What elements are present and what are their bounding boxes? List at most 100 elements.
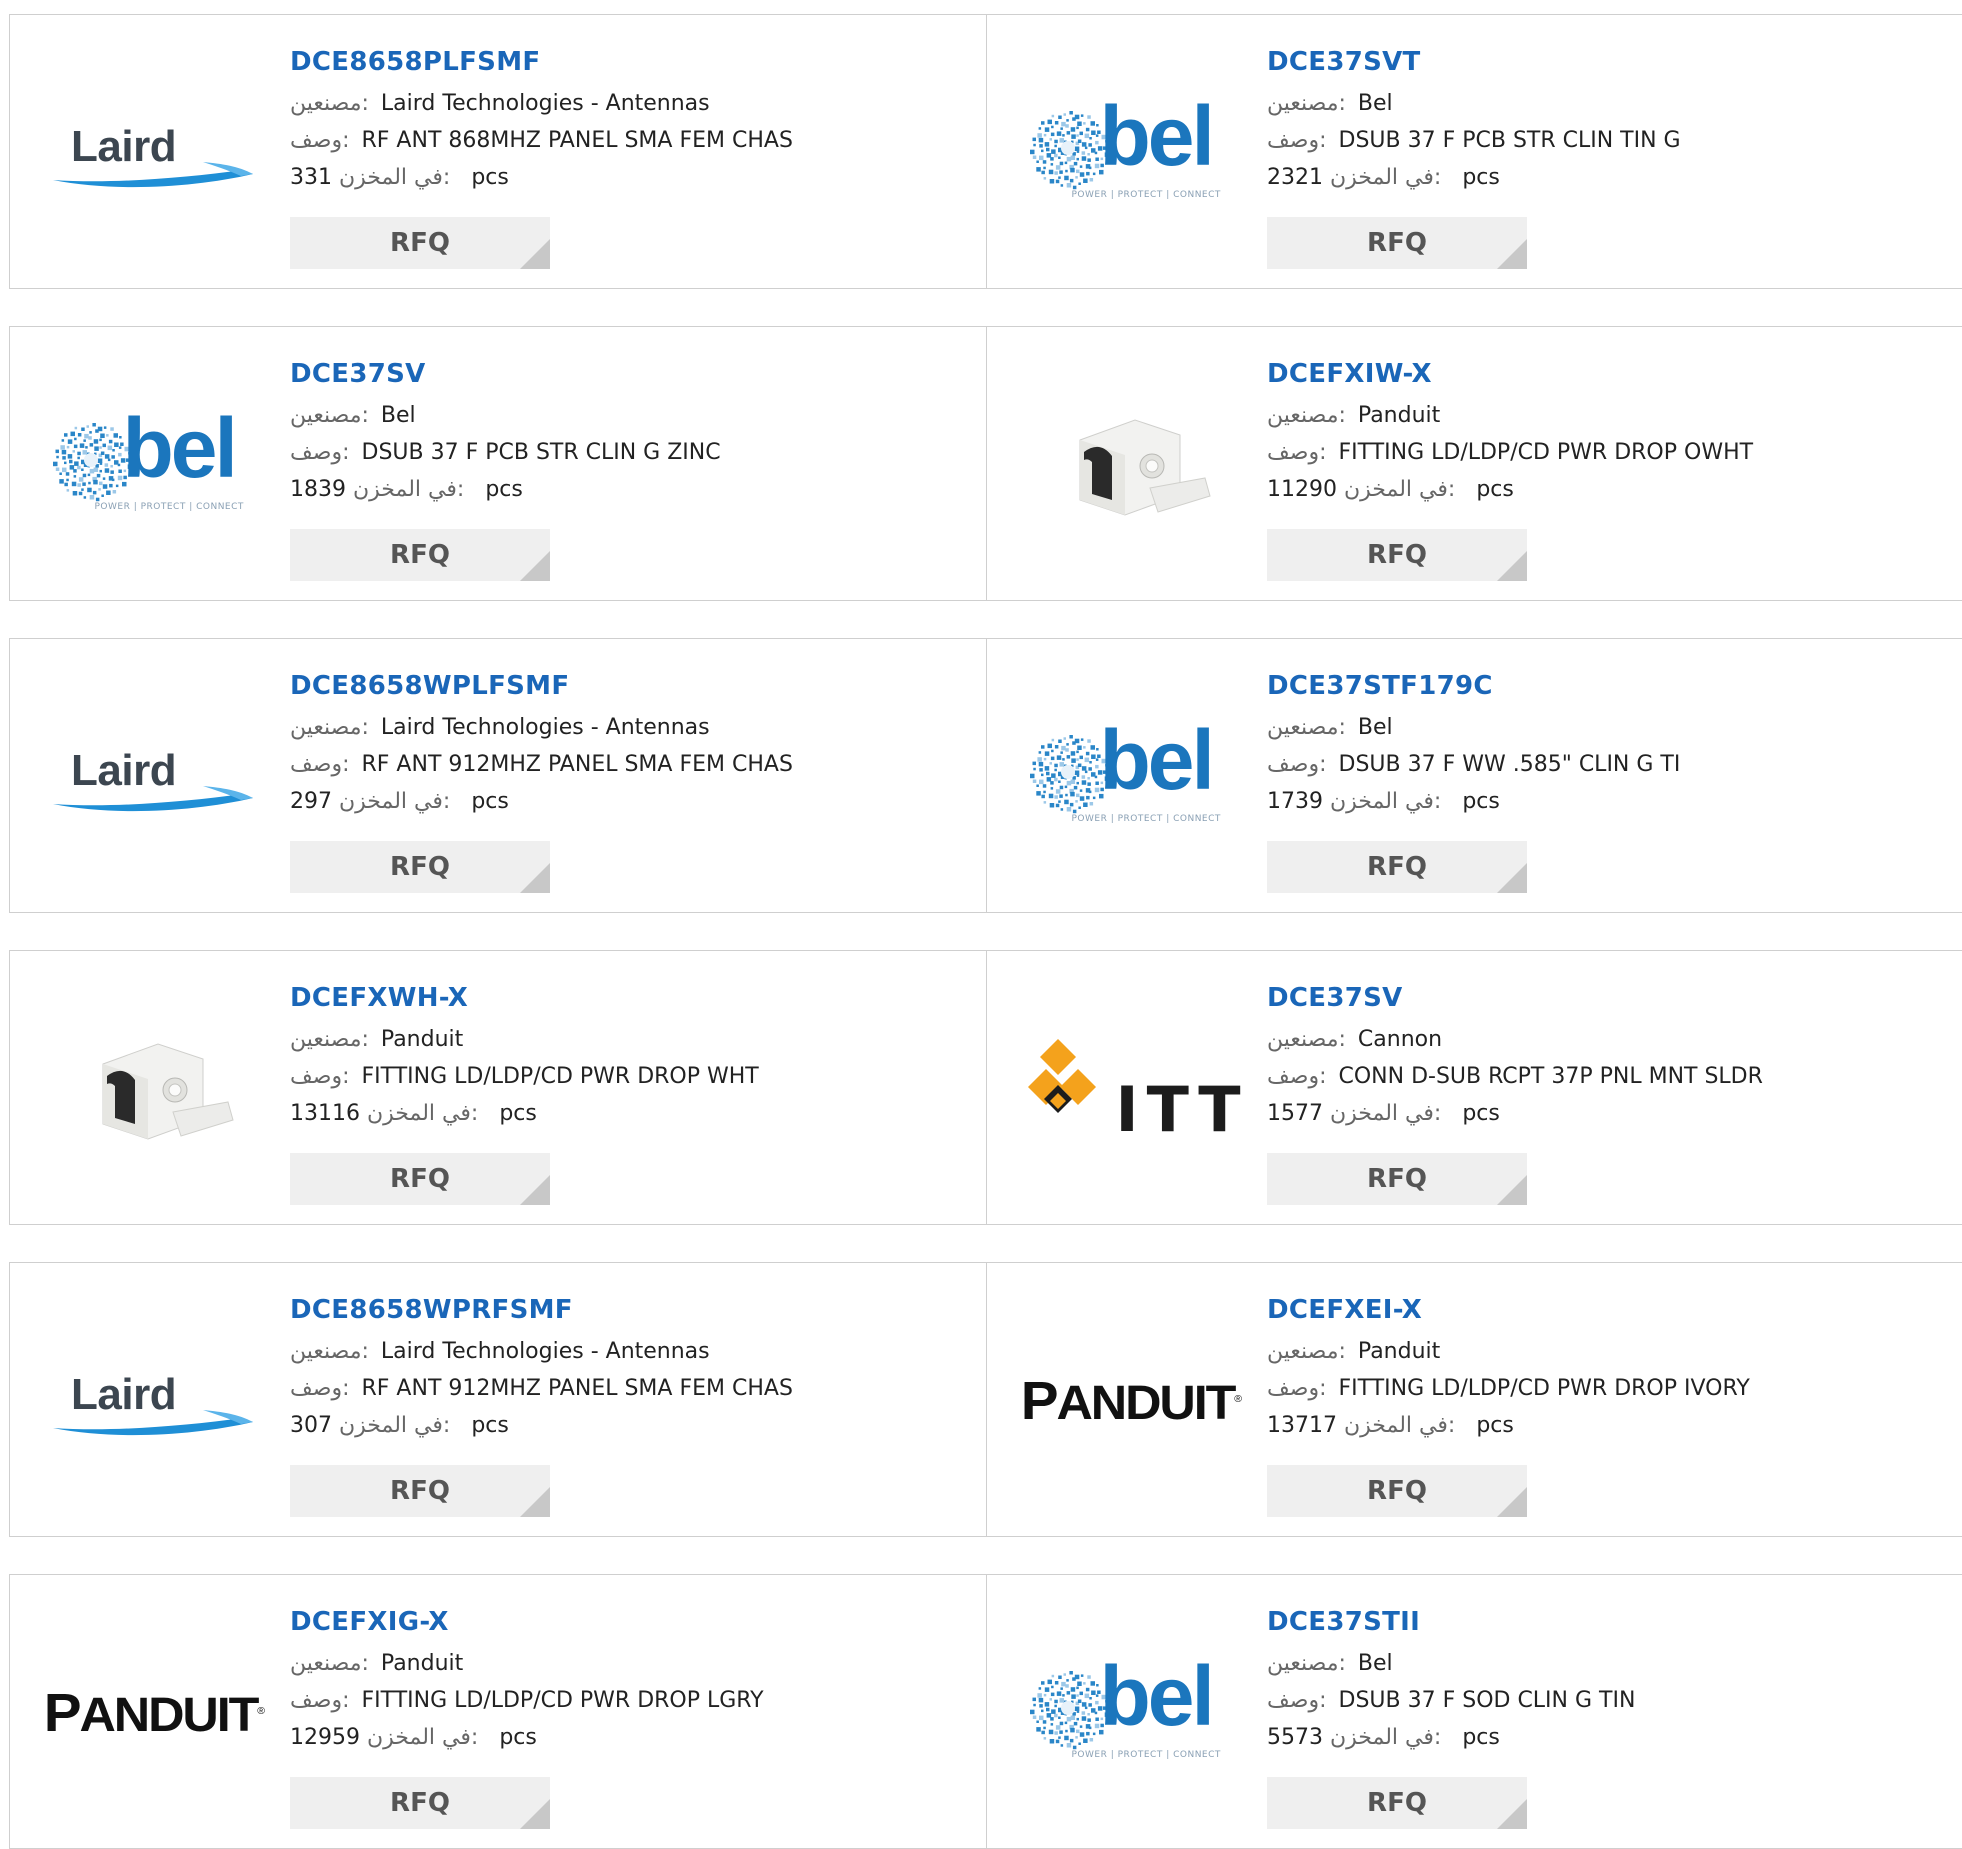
part-number-link[interactable]: DCE37SV — [290, 359, 426, 389]
manufacturer-value: Bel — [380, 403, 416, 428]
manufacturer-value: Bel — [1357, 715, 1393, 740]
part-number-link[interactable]: DCE8658PLFSMF — [290, 47, 540, 77]
rfq-button[interactable]: RFQ — [1267, 217, 1527, 269]
manufacturer-value: Panduit — [380, 1027, 464, 1052]
itt-logo-icon: ITT — [1027, 1029, 1241, 1149]
rfq-label: RFQ — [390, 228, 450, 258]
corner-triangle-icon — [1497, 863, 1527, 893]
description-label: وصف: — [290, 1064, 350, 1089]
part-number-link[interactable]: DCEFXWH-X — [290, 983, 468, 1013]
description-value: DSUB 37 F PCB STR CLIN G ZINC — [361, 440, 721, 465]
bel-logo-icon: bel POWER | PROTECT | CONNECT — [1028, 89, 1233, 208]
corner-triangle-icon — [520, 239, 550, 269]
product-info: DCEFXEI-X مصنعين: Panduit وصف: FITTING LD/… — [1267, 1295, 1957, 1444]
product-card-dcefxwh-x: DCEFXWH-X مصنعين: Panduit وصف: FITTING LD/… — [9, 950, 988, 1225]
description-row: وصف: FITTING LD/LDP/CD PWR DROP LGRY — [290, 1682, 980, 1719]
stock-label: في المخزن: — [367, 1101, 479, 1126]
rfq-label: RFQ — [1367, 1788, 1427, 1818]
manufacturer-logo — [1025, 395, 1235, 535]
part-number-link[interactable]: DCEFXIW-X — [1267, 359, 1432, 389]
description-label: وصف: — [1267, 1688, 1327, 1713]
part-number-link[interactable]: DCE37SVT — [1267, 47, 1421, 77]
stock-row: 1739 في المخزن: pcs — [1267, 783, 1957, 820]
bel-logo-icon: bel POWER | PROTECT | CONNECT — [51, 401, 256, 520]
stock-label: في المخزن: — [339, 165, 451, 190]
stock-value: 1839 — [290, 477, 346, 502]
part-number-link[interactable]: DCE37STF179C — [1267, 671, 1493, 701]
stock-row: 5573 في المخزن: pcs — [1267, 1719, 1957, 1756]
description-value: CONN D-SUB RCPT 37P PNL MNT SLDR — [1338, 1064, 1763, 1089]
description-label: وصف: — [290, 1376, 350, 1401]
product-card-dce8658plfsmf: Laird DCE8658PLFSMF مصنعين: Laird Technol… — [9, 14, 988, 289]
description-value: FITTING LD/LDP/CD PWR DROP IVORY — [1338, 1376, 1750, 1401]
part-number-link[interactable]: DCE8658WPRFSMF — [290, 1295, 573, 1325]
rfq-button[interactable]: RFQ — [1267, 1153, 1527, 1205]
stock-row: 307 في المخزن: pcs — [290, 1407, 980, 1444]
manufacturer-label: مصنعين: — [1267, 1339, 1346, 1364]
laird-logo-icon: Laird — [53, 1366, 253, 1436]
description-value: FITTING LD/LDP/CD PWR DROP LGRY — [361, 1688, 764, 1713]
product-card-dce37svt: bel POWER | PROTECT | CONNECT DCE37SVT مص… — [986, 14, 1962, 289]
manufacturer-row: مصنعين: Laird Technologies - Antennas — [290, 85, 980, 122]
stock-label: في المخزن: — [353, 477, 465, 502]
part-number-link[interactable]: DCE37SV — [1267, 983, 1403, 1013]
product-info: DCEFXWH-X مصنعين: Panduit وصف: FITTING LD/… — [290, 983, 980, 1132]
manufacturer-logo: bel POWER | PROTECT | CONNECT — [1025, 83, 1235, 223]
manufacturer-row: مصنعين: Panduit — [290, 1021, 980, 1058]
part-number-link[interactable]: DCE8658WPLFSMF — [290, 671, 569, 701]
rfq-button[interactable]: RFQ — [290, 1777, 550, 1829]
stock-row: 13116 في المخزن: pcs — [290, 1095, 980, 1132]
rfq-button[interactable]: RFQ — [290, 1465, 550, 1517]
stock-value: 5573 — [1267, 1725, 1323, 1750]
manufacturer-row: مصنعين: Cannon — [1267, 1021, 1957, 1058]
panduit-logo-icon: PANDUIT® — [1020, 1371, 1241, 1431]
description-row: وصف: DSUB 37 F SOD CLIN G TIN — [1267, 1682, 1957, 1719]
manufacturer-row: مصنعين: Bel — [1267, 85, 1957, 122]
stock-label: في المخزن: — [1330, 789, 1442, 814]
description-label: وصف: — [290, 440, 350, 465]
part-number-link[interactable]: DCE37STII — [1267, 1607, 1420, 1637]
bel-logo-icon: bel POWER | PROTECT | CONNECT — [1028, 1649, 1233, 1768]
description-value: DSUB 37 F PCB STR CLIN TIN G — [1338, 128, 1681, 153]
description-value: RF ANT 912MHZ PANEL SMA FEM CHAS — [361, 1376, 793, 1401]
manufacturer-value: Laird Technologies - Antennas — [380, 91, 710, 116]
part-number-link[interactable]: DCEFXIG-X — [290, 1607, 449, 1637]
corner-triangle-icon — [520, 1799, 550, 1829]
rfq-button[interactable]: RFQ — [290, 529, 550, 581]
stock-unit: pcs — [1476, 1413, 1514, 1438]
part-number-link[interactable]: DCEFXEI-X — [1267, 1295, 1422, 1325]
manufacturer-value: Panduit — [1357, 403, 1441, 428]
rfq-label: RFQ — [1367, 852, 1427, 882]
rfq-button[interactable]: RFQ — [1267, 1777, 1527, 1829]
description-label: وصف: — [1267, 128, 1327, 153]
product-info: DCE37STII مصنعين: Bel وصف: DSUB 37 F SOD C… — [1267, 1607, 1957, 1756]
manufacturer-value: Cannon — [1357, 1027, 1443, 1052]
rfq-label: RFQ — [1367, 1164, 1427, 1194]
stock-value: 13717 — [1267, 1413, 1337, 1438]
stock-row: 331 في المخزن: pcs — [290, 159, 980, 196]
stock-row: 1839 في المخزن: pcs — [290, 471, 980, 508]
product-card-dce37stf179c: bel POWER | PROTECT | CONNECT DCE37STF179… — [986, 638, 1962, 913]
rfq-button[interactable]: RFQ — [290, 1153, 550, 1205]
description-row: وصف: FITTING LD/LDP/CD PWR DROP WHT — [290, 1058, 980, 1095]
rfq-label: RFQ — [390, 852, 450, 882]
rfq-button[interactable]: RFQ — [1267, 529, 1527, 581]
corner-triangle-icon — [520, 1175, 550, 1205]
description-row: وصف: RF ANT 912MHZ PANEL SMA FEM CHAS — [290, 746, 980, 783]
description-label: وصف: — [1267, 440, 1327, 465]
manufacturer-value: Bel — [1357, 91, 1393, 116]
description-value: DSUB 37 F WW .585" CLIN G TI — [1338, 752, 1681, 777]
rfq-button[interactable]: RFQ — [1267, 841, 1527, 893]
product-info: DCE37STF179C مصنعين: Bel وصف: DSUB 37 F WW… — [1267, 671, 1957, 820]
description-row: وصف: FITTING LD/LDP/CD PWR DROP IVORY — [1267, 1370, 1957, 1407]
manufacturer-label: مصنعين: — [290, 403, 369, 428]
stock-label: في المخزن: — [1330, 1101, 1442, 1126]
rfq-button[interactable]: RFQ — [290, 841, 550, 893]
product-card-dce37sv: bel POWER | PROTECT | CONNECT DCE37SV مصن… — [9, 326, 988, 601]
rfq-button[interactable]: RFQ — [290, 217, 550, 269]
manufacturer-label: مصنعين: — [290, 91, 369, 116]
rfq-button[interactable]: RFQ — [1267, 1465, 1527, 1517]
description-label: وصف: — [1267, 1376, 1327, 1401]
product-card-dcefxig-x: PANDUIT® DCEFXIG-X مصنعين: Panduit وصف: FI… — [9, 1574, 988, 1849]
product-card-dce37stii: bel POWER | PROTECT | CONNECT DCE37STII م… — [986, 1574, 1962, 1849]
